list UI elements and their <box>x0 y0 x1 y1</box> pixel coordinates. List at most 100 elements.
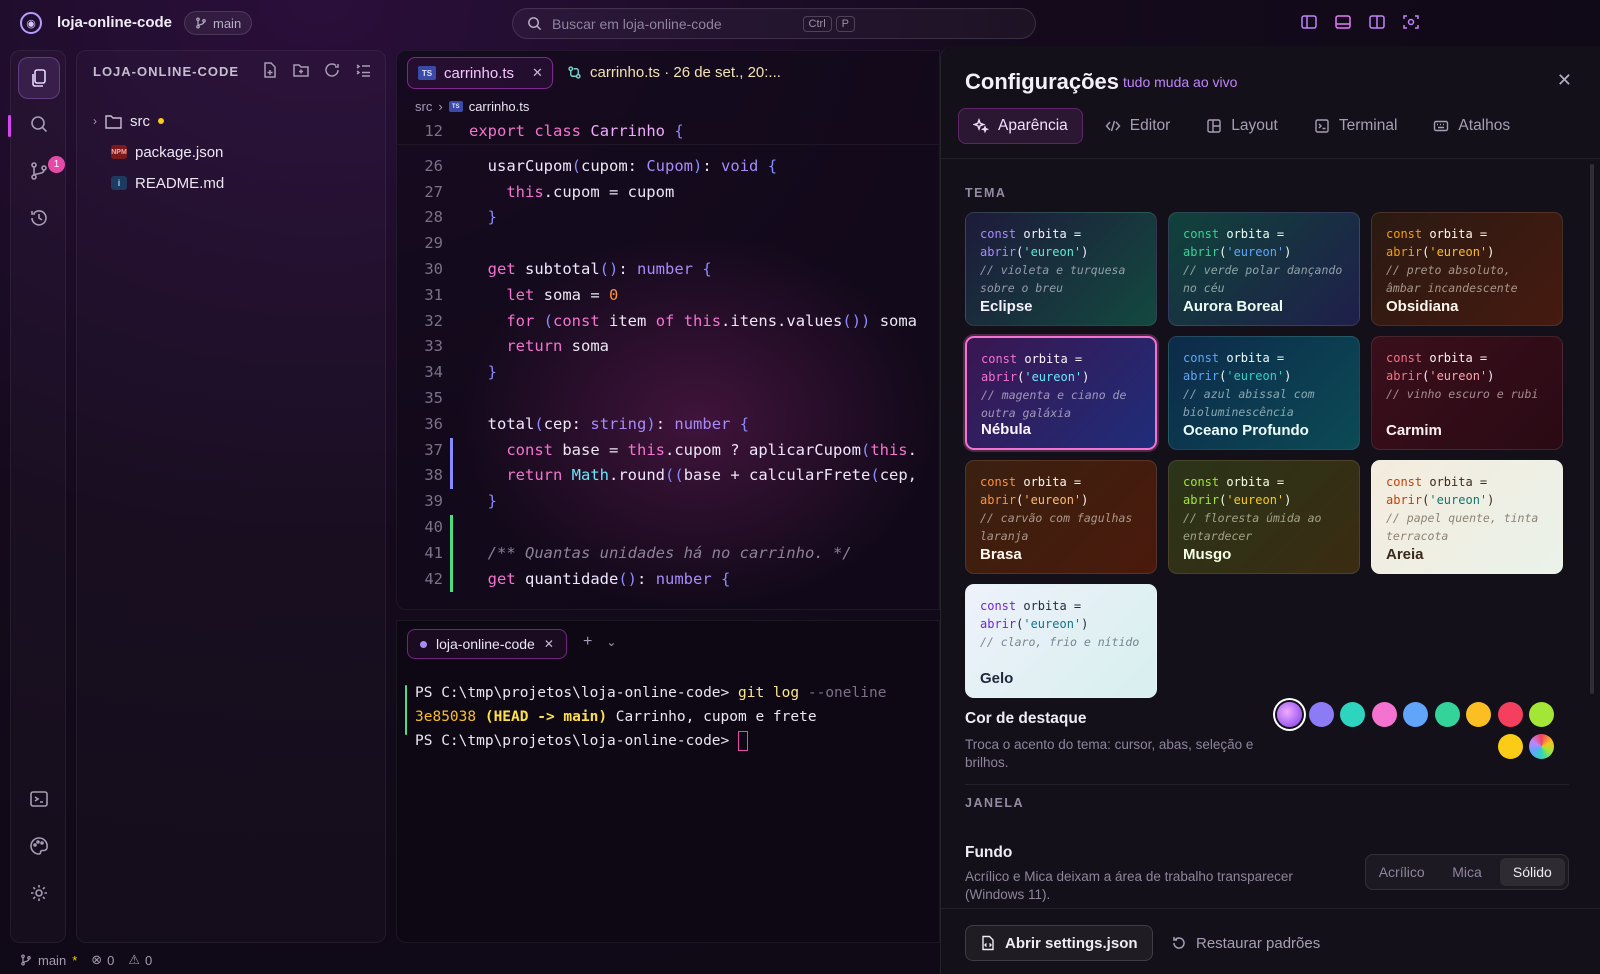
theme-code-preview: abrir('eureon') <box>1183 369 1292 383</box>
theme-card[interactable]: const orbita = abrir('eureon') // papel qu… <box>1371 460 1563 574</box>
theme-card[interactable]: const orbita = abrir('eureon') // violeta … <box>965 212 1157 326</box>
theme-card[interactable]: const orbita = abrir('eureon') // carvão c… <box>965 460 1157 574</box>
breadcrumb-item[interactable]: carrinho.ts <box>469 99 530 114</box>
split-editor-icon[interactable] <box>1368 13 1386 31</box>
settings-button[interactable] <box>18 872 60 914</box>
file-code-icon <box>982 935 994 951</box>
fundo-title: Fundo <box>965 844 1013 861</box>
theme-code-preview: abrir('eureon') <box>1386 369 1495 383</box>
theme-card[interactable]: const orbita = abrir('eureon') // claro, f… <box>965 584 1157 698</box>
close-icon[interactable]: ✕ <box>544 637 554 651</box>
terminal-output[interactable]: PS C:\tmp\projetos\loja-online-code> git… <box>415 681 886 753</box>
fundo-option-mica[interactable]: Mica <box>1434 858 1499 886</box>
code-line: 41 /** Quantas unidades há no carrinho. … <box>397 540 939 567</box>
branch-button[interactable]: main <box>184 11 253 35</box>
chevron-down-icon[interactable]: ⌄ <box>606 635 616 651</box>
theme-code-preview: const orbita = <box>1183 475 1285 489</box>
theme-code-preview: const orbita = <box>1183 351 1285 365</box>
tree-file-readme[interactable]: i README.md <box>111 171 224 195</box>
restore-defaults-button[interactable]: Restaurar padrões <box>1171 925 1320 961</box>
terminal-toggle-button[interactable] <box>18 778 60 820</box>
accent-swatch[interactable] <box>1529 734 1554 759</box>
terminal-tab[interactable]: loja-online-code ✕ <box>407 629 567 659</box>
open-settings-json-button[interactable]: Abrir settings.json <box>965 925 1153 961</box>
theme-card[interactable]: const orbita = abrir('eureon') // verde po… <box>1168 212 1360 326</box>
new-folder-icon[interactable] <box>292 61 310 79</box>
timeline-button[interactable] <box>18 197 60 239</box>
theme-code-preview: abrir('eureon') <box>1386 245 1495 259</box>
typescript-icon: TS <box>418 66 436 80</box>
code-line: 36 total(cep: string): number { <box>424 414 750 433</box>
tab-terminal[interactable]: Terminal <box>1300 108 1412 144</box>
terminal-actions: + ⌄ <box>583 633 616 651</box>
accent-swatch[interactable] <box>1529 702 1554 727</box>
code-line: 28 } <box>424 208 498 227</box>
collapse-all-icon[interactable] <box>354 61 372 79</box>
theme-comment: // preto absoluto, âmbar incandescente <box>1386 263 1518 295</box>
code-line: 37 const base = this.cupom ? aplicarCupo… <box>397 437 939 464</box>
status-branch[interactable]: main * <box>20 953 77 968</box>
accent-swatch[interactable] <box>1434 702 1460 727</box>
accent-swatch[interactable] <box>1497 702 1523 727</box>
source-control-button[interactable]: 1 <box>18 150 65 192</box>
status-warnings[interactable]: ⚠ 0 <box>128 952 152 968</box>
accent-swatch[interactable] <box>1308 702 1334 727</box>
tab-carrinho-ts[interactable]: TS carrinho.ts ✕ <box>407 57 553 89</box>
tab-label: carrinho.ts · 26 de set., 20:... <box>590 64 781 81</box>
tab-layout[interactable]: Layout <box>1192 108 1292 144</box>
theme-card[interactable]: const orbita = abrir('eureon') // vinho es… <box>1371 336 1563 450</box>
theme-card[interactable]: const orbita = abrir('eureon') // azul abi… <box>1168 336 1360 450</box>
tab-timeline-diff[interactable]: carrinho.ts · 26 de set., 20:... <box>567 64 781 81</box>
explorer-button[interactable] <box>18 57 60 99</box>
search-view-button[interactable] <box>18 103 60 145</box>
accent-swatch[interactable] <box>1277 702 1302 727</box>
accent-swatch[interactable] <box>1497 734 1523 759</box>
close-icon[interactable]: ✕ <box>532 65 543 81</box>
source-control-badge: 1 <box>48 156 65 173</box>
toggle-sidebar-icon[interactable] <box>1300 13 1318 31</box>
new-terminal-icon[interactable]: + <box>583 633 592 651</box>
section-label-tema: TEMA <box>965 186 1007 200</box>
focus-mode-icon[interactable] <box>1402 13 1420 31</box>
theme-code-preview: const orbita = <box>980 599 1082 613</box>
error-icon: ⊗ <box>91 952 103 967</box>
command-search[interactable]: Buscar em loja-online-code Ctrl P <box>512 8 1036 39</box>
tree-file-package-json[interactable]: NPM package.json <box>111 140 223 164</box>
search-placeholder: Buscar em loja-online-code <box>552 15 722 32</box>
refresh-icon[interactable] <box>323 61 341 79</box>
settings-tabs: Aparência Editor Layout Terminal Atalhos <box>958 108 1524 144</box>
tab-atalhos[interactable]: Atalhos <box>1419 108 1524 144</box>
accent-swatch[interactable] <box>1466 702 1491 727</box>
tab-editor[interactable]: Editor <box>1091 108 1185 144</box>
accent-swatch[interactable] <box>1371 702 1397 727</box>
tab-label: carrinho.ts <box>444 64 515 82</box>
fundo-option-acrilico[interactable]: Acrílico <box>1369 858 1434 886</box>
theme-name: Gelo <box>980 670 1014 687</box>
shortcut-key-p: P <box>835 15 855 32</box>
terminal-icon <box>30 791 48 807</box>
theme-card[interactable]: const orbita = abrir('eureon') // preto ab… <box>1371 212 1563 326</box>
accent-swatch[interactable] <box>1340 702 1365 727</box>
divider <box>941 158 1600 159</box>
accent-swatch[interactable] <box>1403 702 1428 727</box>
fundo-option-solido[interactable]: Sólido <box>1499 858 1565 886</box>
theme-button[interactable] <box>18 825 60 867</box>
layout-icon <box>1207 119 1221 133</box>
theme-code-preview: abrir('eureon') <box>981 370 1090 384</box>
code-line: 12 export class Carrinho { <box>397 119 939 145</box>
toggle-panel-icon[interactable] <box>1334 13 1352 31</box>
close-icon[interactable]: ✕ <box>1557 70 1572 91</box>
terminal-line: PS C:\tmp\projetos\loja-online-code> <box>415 729 886 753</box>
settings-scrollbar[interactable] <box>1590 164 1594 694</box>
code-area[interactable]: 12 export class Carrinho { 26 usarCupom(c… <box>397 119 939 593</box>
npm-icon: NPM <box>111 145 127 159</box>
new-file-icon[interactable] <box>261 61 279 79</box>
status-errors[interactable]: ⊗ 0 <box>91 952 114 968</box>
tree-folder-src[interactable]: › src <box>93 109 164 133</box>
tab-aparencia[interactable]: Aparência <box>958 108 1083 144</box>
theme-name: Aurora Boreal <box>1183 298 1284 315</box>
theme-card[interactable]: const orbita = abrir('eureon') // magenta … <box>965 336 1157 450</box>
breadcrumb-item[interactable]: src <box>415 99 432 114</box>
code-line: 39 } <box>424 492 498 511</box>
theme-card[interactable]: const orbita = abrir('eureon') // floresta… <box>1168 460 1360 574</box>
